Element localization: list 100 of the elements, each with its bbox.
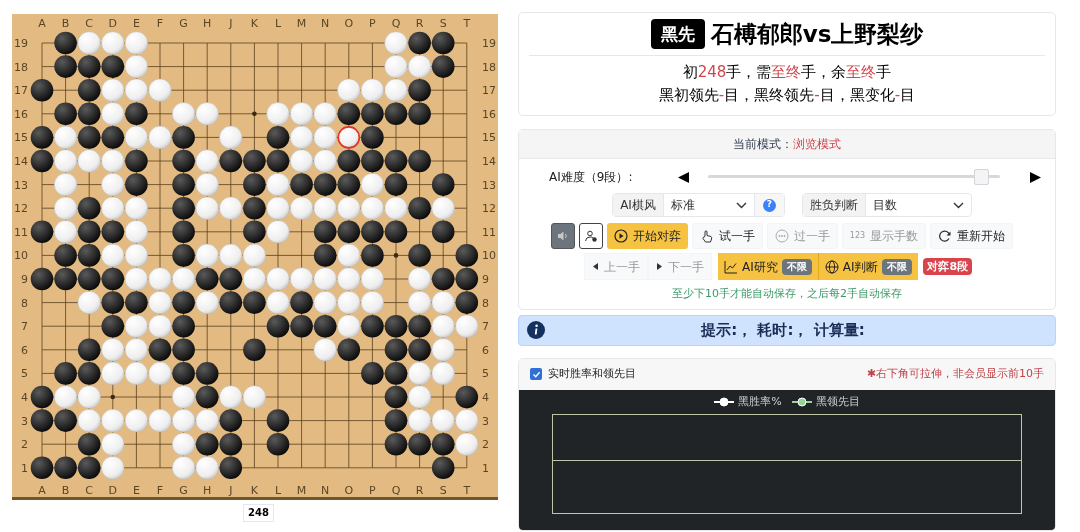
next-icon: [1029, 170, 1042, 184]
star-point: [110, 394, 116, 400]
coordinate-label: 4: [482, 391, 489, 404]
hand-icon: [699, 229, 714, 243]
dropdown[interactable]: 标准: [663, 194, 754, 216]
coordinate-label: F: [156, 17, 164, 30]
coordinate-label: H: [203, 17, 212, 30]
summary-line: 黑初领先-目，黑终领先-目，黑变化-目: [658, 85, 916, 106]
coordinate-label: 11: [482, 225, 496, 239]
select-addon: 胜负判断: [802, 194, 866, 216]
coordinate-label: R: [415, 484, 424, 497]
ai-button[interactable]: AI研究 不限: [717, 253, 819, 280]
coordinate-label: L: [274, 484, 282, 497]
caret-left-icon: [591, 262, 599, 271]
coordinate-label: 6: [21, 343, 28, 357]
limit-badge: 不限: [882, 258, 913, 275]
coordinate-label: T: [463, 484, 471, 497]
previous-icon: [677, 170, 690, 184]
coordinate-label: 19: [482, 37, 496, 50]
coordinate-label: 3: [482, 414, 489, 428]
play-icon: [613, 229, 628, 243]
coordinate-label: H: [203, 484, 212, 497]
coordinate-label: L: [274, 17, 282, 30]
coordinate-label: G: [179, 17, 188, 30]
ai-button[interactable]: AI判断 不限: [818, 253, 919, 280]
coordinate-label: S: [439, 17, 447, 30]
coordinate-label: 7: [482, 320, 489, 334]
save-note: 至少下10手才能自动保存，之后每2手自动保存: [671, 286, 903, 302]
chevron-down-icon: [952, 201, 964, 209]
refresh-icon: [938, 229, 953, 243]
coordinate-label: E: [132, 484, 140, 497]
coordinate-label: M: [296, 17, 307, 30]
coordinate-label: 12: [14, 202, 28, 216]
coordinate-label: 14: [482, 155, 496, 168]
coordinate-label: G: [179, 484, 188, 497]
info-icon: [527, 321, 545, 339]
coordinate-label: 8: [21, 296, 28, 310]
coordinate-label: O: [344, 484, 354, 497]
coordinate-label: 4: [21, 391, 28, 404]
coordinate-label: 2: [21, 438, 28, 452]
coordinate-label: T: [463, 17, 471, 30]
toolbar-button[interactable]: 重新开始: [930, 223, 1014, 249]
chevron-down-icon: [735, 201, 747, 209]
coordinate-label: A: [38, 17, 46, 30]
star-point: [252, 111, 257, 117]
coordinate-label: 16: [482, 107, 496, 121]
coordinate-label: 1: [21, 461, 28, 475]
coordinate-label: K: [250, 484, 258, 497]
coordinate-label: 6: [482, 343, 489, 357]
coordinate-label: A: [38, 484, 46, 497]
coordinate-label: 17: [14, 84, 28, 98]
resize-note: ✱右下角可拉伸，非会员显示前10手: [866, 365, 1044, 382]
coordinate-label: R: [415, 17, 424, 30]
toolbar-button[interactable]: 试一手: [691, 223, 763, 249]
coordinate-label: 13: [14, 178, 28, 192]
dropdown[interactable]: 目数: [865, 194, 971, 216]
icon-button[interactable]: [550, 223, 575, 249]
help-icon[interactable]: ?: [762, 198, 776, 212]
coordinate-label: C: [85, 484, 94, 497]
coordinate-label: P: [369, 17, 376, 30]
icon-button[interactable]: [578, 223, 603, 249]
checkbox[interactable]: [530, 368, 542, 380]
caret-right-icon: [655, 262, 663, 271]
summary-line: 初248手，需至终手，余至终手: [682, 62, 892, 83]
coordinate-label: 15: [482, 131, 496, 145]
coordinate-label: 7: [21, 320, 28, 334]
coordinate-label: 19: [14, 37, 28, 50]
level-badge: 对弈8段: [923, 258, 973, 275]
star-point: [393, 253, 399, 258]
side-badge: 黑先: [650, 19, 705, 49]
coordinate-label: 1: [482, 461, 489, 475]
chart-line-icon: [723, 259, 738, 274]
coordinate-label: J: [229, 17, 233, 30]
coordinate-label: 9: [21, 273, 28, 286]
ellipsis-circle-icon: [774, 229, 789, 243]
coordinate-label: 15: [14, 131, 28, 145]
toolbar-button[interactable]: 开始对弈: [606, 223, 688, 249]
limit-badge: 不限: [781, 258, 812, 275]
coordinate-label: 18: [14, 60, 28, 74]
user-check-icon: [583, 229, 598, 243]
legend-label: 黑领先目: [815, 393, 860, 410]
coordinate-label: 3: [21, 414, 28, 428]
slider-label: AI难度（9段）:: [549, 169, 634, 186]
coordinate-label: 13: [482, 178, 496, 192]
slider-thumb[interactable]: [974, 169, 990, 185]
coordinate-label: 5: [482, 367, 489, 381]
hint-text: 提示:， 耗时:， 计算量:: [700, 319, 866, 341]
speaker-icon: [555, 229, 570, 243]
coordinate-label: Q: [391, 17, 401, 30]
coordinate-label: 10: [482, 249, 496, 263]
checkbox-label: 实时胜率和领先目: [548, 365, 636, 382]
coordinate-label: O: [344, 17, 354, 30]
coordinate-label: S: [439, 484, 447, 497]
coordinate-label: N: [321, 484, 330, 497]
coordinate-label: C: [85, 17, 94, 30]
select-addon: AI棋风: [613, 194, 664, 216]
coordinate-label: Q: [391, 484, 401, 497]
slider[interactable]: [708, 169, 1000, 185]
move-counter: 248: [243, 504, 274, 522]
coordinate-label: D: [108, 484, 118, 497]
